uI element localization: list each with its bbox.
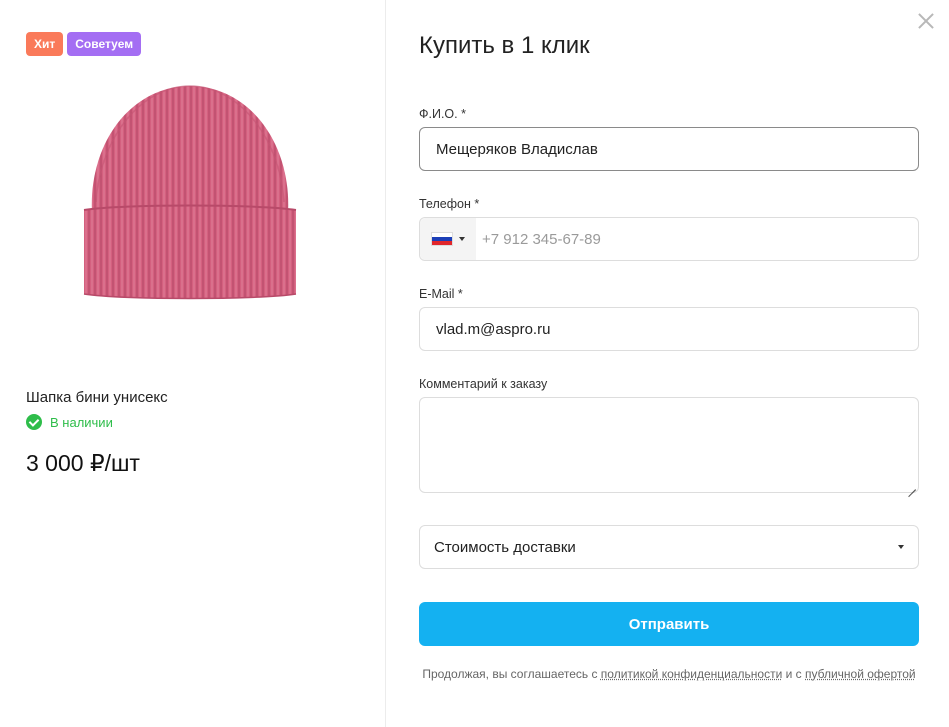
russia-flag-icon [431, 232, 453, 246]
badges: Хит Советуем [26, 32, 142, 56]
product-price: 3 000 ₽/шт [26, 450, 140, 476]
privacy-policy-link[interactable]: политикой конфиденциальности [601, 667, 782, 681]
comment-textarea[interactable] [419, 397, 919, 493]
chevron-down-icon [898, 545, 904, 549]
chevron-down-icon [459, 237, 465, 241]
product-panel: Хит Советуем Шапка бини унисекс В наличи… [0, 0, 386, 727]
product-image [83, 85, 297, 300]
phone-placeholder: +7 912 345-67-89 [482, 230, 601, 248]
badge-hit: Хит [26, 32, 64, 56]
check-circle-icon [26, 414, 42, 430]
name-label: Ф.И.О. * [419, 107, 466, 121]
name-field[interactable]: Мещеряков Владислав [419, 127, 919, 171]
close-icon[interactable] [917, 12, 935, 30]
submit-button[interactable]: Отправить [419, 602, 919, 646]
country-selector[interactable] [420, 218, 476, 260]
agreement-text: Продолжая, вы соглашаетесь с политикой к… [419, 666, 919, 683]
agreement-prefix: Продолжая, вы соглашаетесь с [422, 667, 601, 681]
comment-label: Комментарий к заказу [419, 377, 548, 391]
form-title: Купить в 1 клик [419, 32, 590, 59]
name-field-value: Мещеряков Владислав [436, 140, 598, 158]
email-label: E-Mail * [419, 287, 463, 301]
public-offer-link[interactable]: публичной офертой [805, 667, 916, 681]
phone-label: Телефон * [419, 197, 480, 211]
agreement-middle: и с [782, 667, 805, 681]
phone-field[interactable]: +7 912 345-67-89 [419, 217, 919, 261]
order-form-panel: Купить в 1 клик Ф.И.О. * Мещеряков Влади… [387, 0, 949, 727]
resize-handle-icon[interactable] [908, 482, 916, 490]
email-field[interactable]: vlad.m@aspro.ru [419, 307, 919, 351]
stock-label: В наличии [50, 414, 113, 430]
badge-recommend: Советуем [67, 32, 142, 56]
delivery-select-value: Стоимость доставки [434, 538, 576, 556]
email-field-value: vlad.m@aspro.ru [436, 320, 551, 338]
delivery-select[interactable]: Стоимость доставки [419, 525, 919, 569]
stock-status: В наличии [26, 414, 113, 430]
product-name: Шапка бини унисекс [26, 389, 168, 406]
